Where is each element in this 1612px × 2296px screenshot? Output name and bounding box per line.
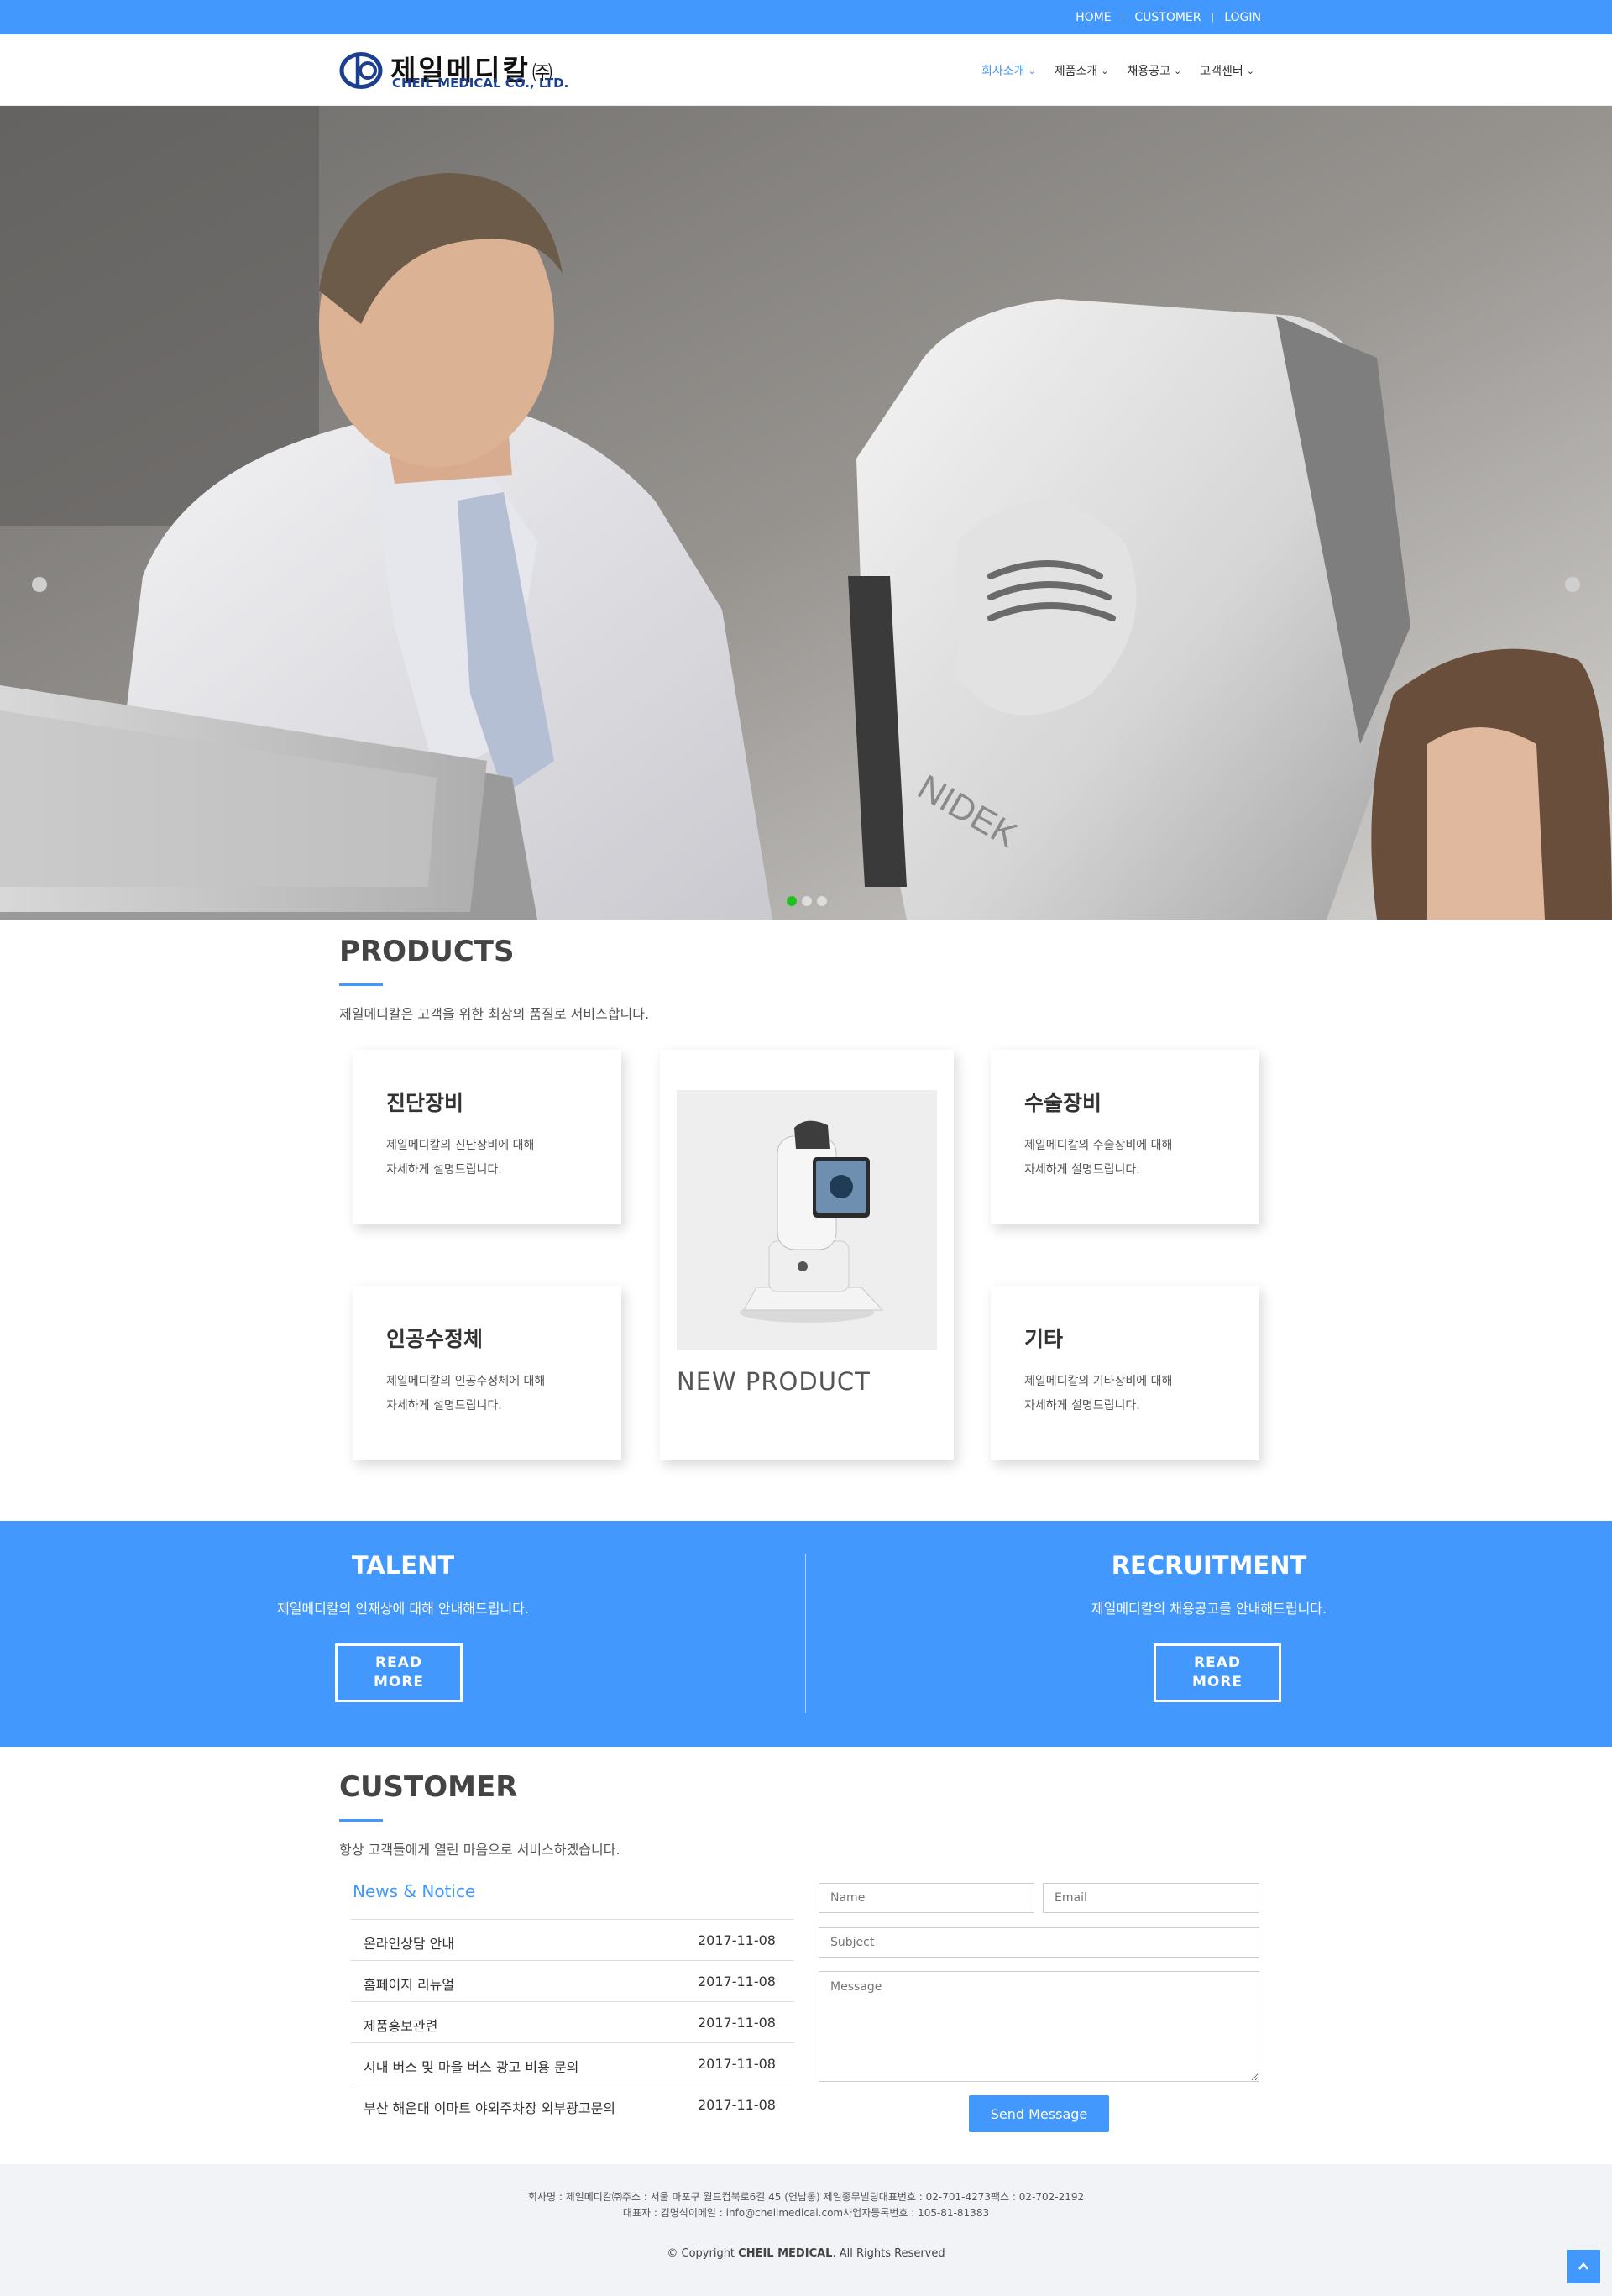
nav-item-company[interactable]: 회사소개 ⌄ <box>981 62 1036 79</box>
device-image <box>740 1120 884 1323</box>
top-link-separator: | <box>1121 12 1125 23</box>
company-info: 회사명 : 제일메디칼㈜주소 : 서울 마포구 월드컵북로6길 45 (연남동)… <box>0 2189 1612 2221</box>
email-input[interactable] <box>1043 1883 1259 1913</box>
login-link[interactable]: LOGIN <box>1224 11 1261 24</box>
subject-input[interactable] <box>819 1927 1259 1958</box>
site-logo[interactable]: 제일메디칼㈜ CHEIL MEDICAL CO., LTD. <box>339 50 568 91</box>
new-product-label: NEW PRODUCT <box>677 1367 871 1396</box>
copyright: © Copyright CHEIL MEDICAL. All Rights Re… <box>667 2247 945 2260</box>
message-textarea[interactable] <box>819 1971 1259 2082</box>
products-section: PRODUCTS 제일메디칼은 고객을 위한 최상의 품질로 서비스합니다. 진… <box>0 920 1612 1521</box>
top-link-separator: | <box>1211 12 1215 23</box>
back-to-top-button[interactable] <box>1567 2250 1600 2283</box>
nav-label: 채용공고 <box>1127 64 1171 78</box>
chevron-down-icon: ⌄ <box>1246 66 1254 76</box>
product-card-desc: 제일메디칼의 인공수정체에 대해 자세하게 설명드립니다. <box>386 1375 546 1413</box>
chevron-down-icon: ⌄ <box>1028 66 1036 76</box>
customer-title: CUSTOMER <box>339 1770 518 1804</box>
nav-label: 고객센터 <box>1200 64 1243 78</box>
news-item[interactable]: 홈페이지 리뉴얼 2017-11-08 <box>351 1960 794 2001</box>
hero-slider: NIDEK <box>0 106 1612 920</box>
chevron-up-icon <box>1578 2262 1588 2270</box>
talent-title: TALENT <box>351 1551 455 1580</box>
slider-dot-3[interactable] <box>817 896 827 906</box>
logo-english-name: CHEIL MEDICAL CO., LTD. <box>392 76 569 91</box>
new-product-image <box>677 1090 937 1350</box>
products-subtitle: 제일메디칼은 고객을 위한 최상의 품질로 서비스합니다. <box>339 1006 650 1022</box>
news-item[interactable]: 온라인상담 안내 2017-11-08 <box>351 1919 794 1960</box>
slider-next-icon[interactable] <box>1565 577 1580 592</box>
news-item[interactable]: 시내 버스 및 마을 버스 광고 비용 문의 2017-11-08 <box>351 2042 794 2084</box>
product-card-title: 수술장비 <box>1024 1091 1102 1115</box>
product-card-surgical[interactable]: 수술장비 제일메디칼의 수술장비에 대해 자세하게 설명드립니다. <box>991 1050 1259 1224</box>
chevron-down-icon: ⌄ <box>1174 66 1182 76</box>
talent-read-more-button[interactable]: READ MORE <box>335 1643 463 1702</box>
news-notice-title[interactable]: News & Notice <box>353 1881 475 1901</box>
products-title: PRODUCTS <box>339 935 515 968</box>
slider-dot-2[interactable] <box>802 896 812 906</box>
nav-label: 제품소개 <box>1054 64 1098 78</box>
name-input[interactable] <box>819 1883 1034 1913</box>
news-list: 온라인상담 안내 2017-11-08 홈페이지 리뉴얼 2017-11-08 제품… <box>351 1919 794 2125</box>
slider-prev-icon[interactable] <box>32 577 47 592</box>
company-info-line1: 회사명 : 제일메디칼㈜주소 : 서울 마포구 월드컵북로6길 45 (연남동)… <box>527 2191 1085 2203</box>
slider-dots <box>787 896 827 906</box>
products-title-underline <box>339 983 383 986</box>
product-card-desc: 제일메디칼의 수술장비에 대해 자세하게 설명드립니다. <box>1024 1139 1173 1177</box>
news-item[interactable]: 제품홍보관련 2017-11-08 <box>351 2001 794 2042</box>
send-message-button[interactable]: Send Message <box>969 2095 1109 2132</box>
customer-subtitle: 항상 고객들에게 열린 마음으로 서비스하겠습니다. <box>339 1842 620 1858</box>
recruitment-banner: RECRUITMENT 제일메디칼의 채용공고를 안내해드립니다. READ MO… <box>806 1521 1612 1747</box>
hero-image: NIDEK <box>0 106 1612 920</box>
talent-banner: TALENT 제일메디칼의 인재상에 대해 안내해드립니다. READ MORE <box>0 1521 806 1747</box>
recruitment-title: RECRUITMENT <box>1111 1551 1307 1580</box>
info-banners: TALENT 제일메디칼의 인재상에 대해 안내해드립니다. READ MORE … <box>0 1521 1612 1747</box>
slider-dot-1[interactable] <box>787 896 797 906</box>
product-card-desc: 제일메디칼의 진단장비에 대해 자세하게 설명드립니다. <box>386 1139 535 1177</box>
product-card-iol[interactable]: 인공수정체 제일메디칼의 인공수정체에 대해 자세하게 설명드립니다. <box>353 1286 621 1460</box>
top-links: HOME | CUSTOMER | LOGIN <box>1076 0 1261 34</box>
company-info-line2: 대표자 : 김명식이메일 : info@cheilmedical.com사업자등… <box>622 2207 990 2219</box>
customer-section: CUSTOMER 항상 고객들에게 열린 마음으로 서비스하겠습니다. News… <box>0 1747 1612 2164</box>
customer-title-underline <box>339 1819 383 1822</box>
product-card-title: 기타 <box>1024 1327 1064 1351</box>
customer-link[interactable]: CUSTOMER <box>1134 11 1201 24</box>
product-card-title: 인공수정체 <box>386 1327 484 1351</box>
site-footer: 회사명 : 제일메디칼㈜주소 : 서울 마포구 월드컵북로6길 45 (연남동)… <box>0 2164 1612 2296</box>
logo-circle-icon <box>339 52 383 89</box>
recruitment-read-more-button[interactable]: READ MORE <box>1154 1643 1281 1702</box>
nav-item-customer-center[interactable]: 고객센터 ⌄ <box>1200 62 1254 79</box>
product-card-etc[interactable]: 기타 제일메디칼의 기타장비에 대해 자세하게 설명드립니다. <box>991 1286 1259 1460</box>
recruitment-text: 제일메디칼의 채용공고를 안내해드립니다. <box>1091 1601 1327 1617</box>
talent-text: 제일메디칼의 인재상에 대해 안내해드립니다. <box>276 1601 530 1617</box>
chevron-down-icon: ⌄ <box>1101 66 1109 76</box>
site-header: 제일메디칼㈜ CHEIL MEDICAL CO., LTD. 회사소개 ⌄ 제품소… <box>0 34 1612 106</box>
main-nav: 회사소개 ⌄ 제품소개 ⌄ 채용공고 ⌄ 고객센터 ⌄ <box>981 34 1254 106</box>
new-product-card[interactable]: NEW PRODUCT <box>660 1050 954 1460</box>
nav-item-recruitment[interactable]: 채용공고 ⌄ <box>1128 62 1182 79</box>
product-card-diagnostic[interactable]: 진단장비 제일메디칼의 진단장비에 대해 자세하게 설명드립니다. <box>353 1050 621 1224</box>
news-item[interactable]: 부산 해운대 이마트 야외주차장 외부광고문의 2017-11-08 <box>351 2084 794 2125</box>
product-card-title: 진단장비 <box>386 1091 464 1115</box>
home-link[interactable]: HOME <box>1076 11 1111 24</box>
top-bar: HOME | CUSTOMER | LOGIN <box>0 0 1612 34</box>
nav-item-products[interactable]: 제품소개 ⌄ <box>1055 62 1109 79</box>
nav-label: 회사소개 <box>981 64 1025 78</box>
product-card-desc: 제일메디칼의 기타장비에 대해 자세하게 설명드립니다. <box>1024 1375 1173 1413</box>
